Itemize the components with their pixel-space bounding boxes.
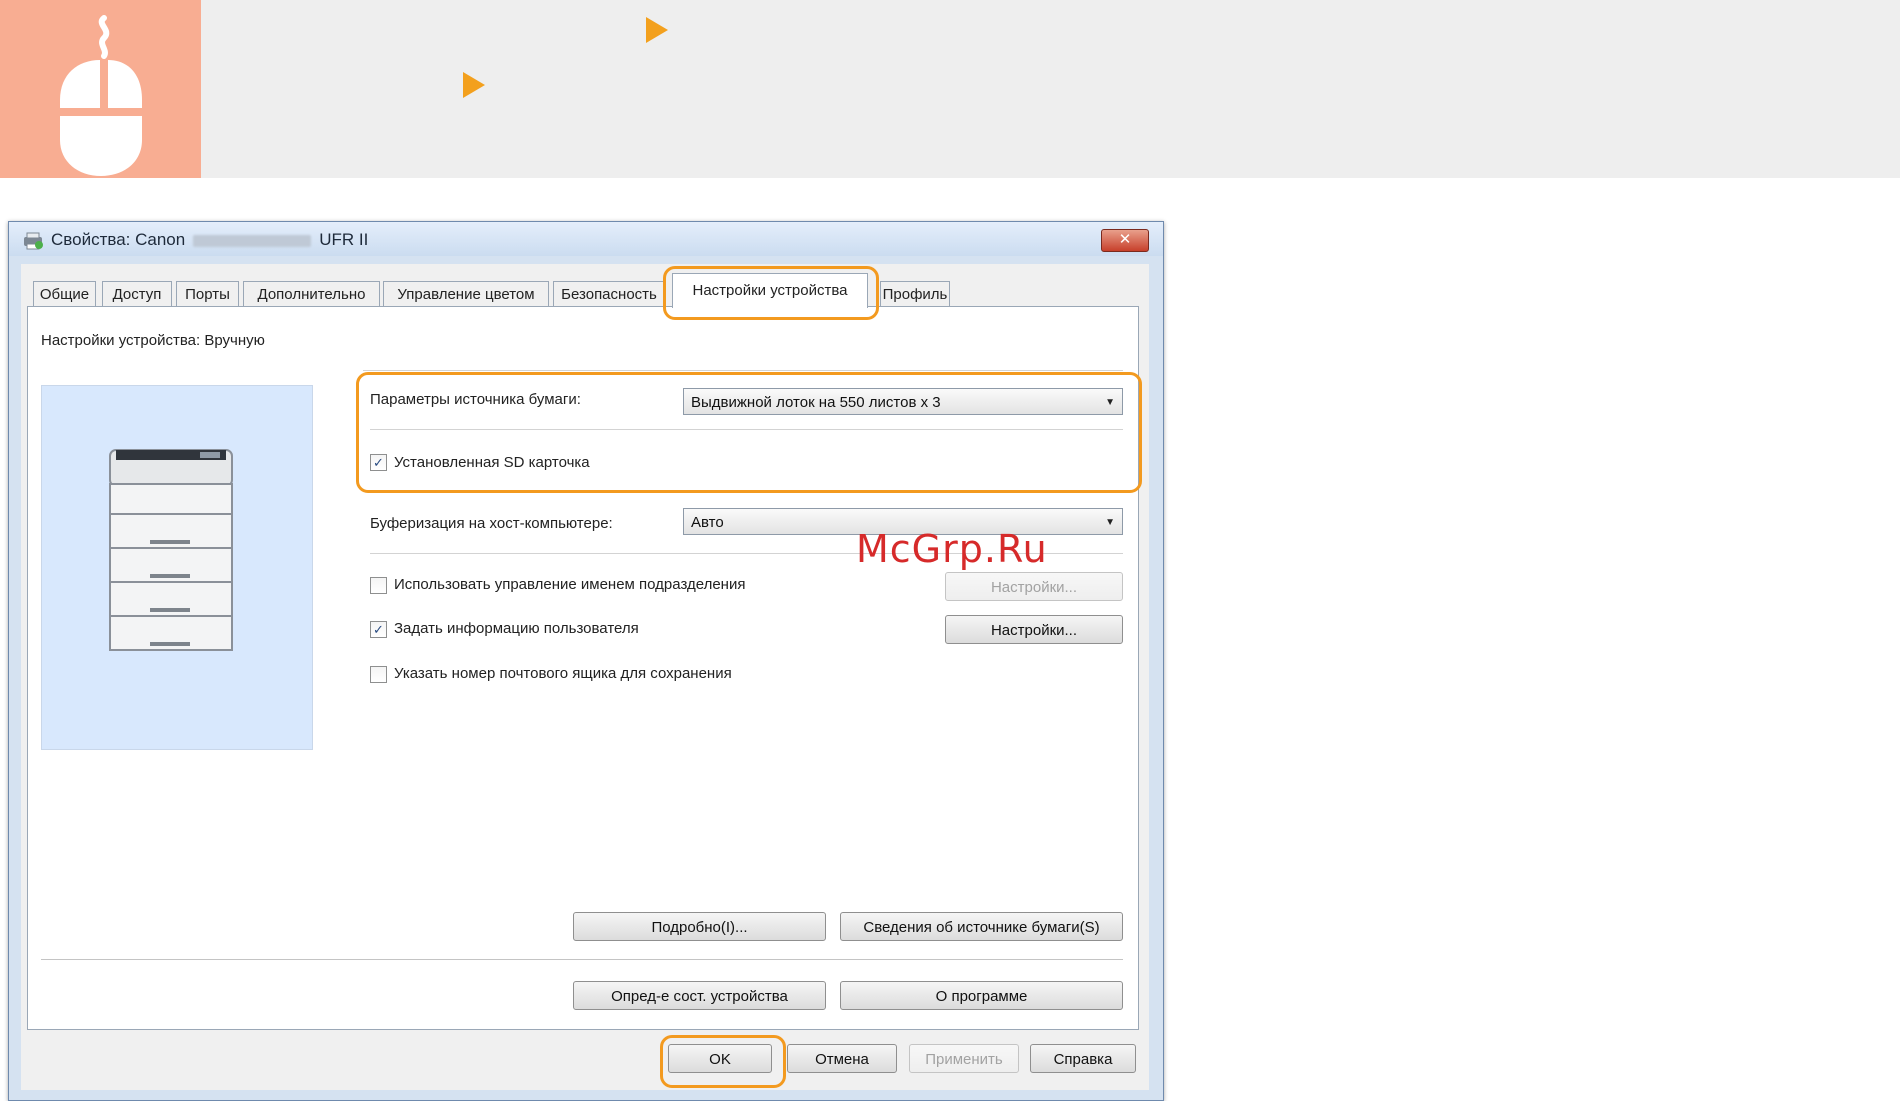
play-arrow-icon bbox=[463, 72, 485, 98]
paper-source-select[interactable]: Выдвижной лоток на 550 листов x 3 ▼ bbox=[683, 388, 1123, 415]
tab-general[interactable]: Общие bbox=[33, 281, 96, 307]
mailbox-label: Указать номер почтового ящика для сохран… bbox=[394, 665, 732, 682]
sd-card-label: Установленная SD карточка bbox=[394, 454, 590, 471]
printer-icon bbox=[24, 232, 43, 250]
chevron-down-icon: ▼ bbox=[1105, 517, 1115, 528]
close-button[interactable]: ✕ bbox=[1101, 229, 1149, 252]
user-info-label: Задать информацию пользователя bbox=[394, 620, 639, 637]
chevron-down-icon: ▼ bbox=[1105, 397, 1115, 408]
mailbox-checkbox[interactable] bbox=[370, 666, 387, 683]
user-info-settings-button[interactable]: Настройки... bbox=[945, 615, 1123, 644]
help-button[interactable]: Справка bbox=[1030, 1044, 1136, 1073]
mouse-icon bbox=[60, 15, 142, 176]
printer-preview bbox=[41, 385, 313, 750]
redacted-model bbox=[193, 234, 312, 247]
play-arrow-icon bbox=[646, 17, 668, 43]
spooling-label: Буферизация на хост-компьютере: bbox=[370, 515, 613, 532]
tab-color-management[interactable]: Управление цветом bbox=[383, 281, 549, 307]
tab-security[interactable]: Безопасность bbox=[553, 281, 665, 307]
user-info-checkbox[interactable]: ✓ bbox=[370, 621, 387, 638]
tab-profile[interactable]: Профиль bbox=[880, 281, 950, 307]
paper-source-label: Параметры источника бумаги: bbox=[370, 391, 581, 408]
sd-card-checkbox[interactable]: ✓ bbox=[370, 454, 387, 471]
watermark: McGrp.Ru bbox=[856, 527, 1048, 571]
ok-button[interactable]: OK bbox=[668, 1044, 772, 1073]
window-title: Свойства: Canon UFR II bbox=[51, 230, 369, 249]
tab-advanced[interactable]: Дополнительно bbox=[243, 281, 380, 307]
tab-ports[interactable]: Порты bbox=[176, 281, 239, 307]
separator bbox=[41, 959, 1123, 960]
details-button[interactable]: Подробно(I)... bbox=[573, 912, 826, 941]
printer-image bbox=[109, 449, 233, 651]
paper-source-info-button[interactable]: Сведения об источнике бумаги(S) bbox=[840, 912, 1123, 941]
apply-button[interactable]: Применить bbox=[909, 1044, 1019, 1073]
mouse-icon-box bbox=[0, 0, 201, 178]
cancel-button[interactable]: Отмена bbox=[787, 1044, 897, 1073]
tab-sharing[interactable]: Доступ bbox=[102, 281, 172, 307]
separator bbox=[363, 370, 1123, 371]
about-button[interactable]: О программе bbox=[840, 981, 1123, 1010]
device-settings-mode-label: Настройки устройства: Вручную bbox=[41, 332, 265, 349]
instruction-banner bbox=[0, 0, 1900, 178]
get-device-status-button[interactable]: Опред-е сост. устройства bbox=[573, 981, 826, 1010]
department-id-checkbox[interactable] bbox=[370, 577, 387, 594]
title-bar[interactable]: Свойства: Canon UFR II ✕ bbox=[9, 222, 1163, 256]
separator bbox=[370, 429, 1123, 430]
department-settings-button[interactable]: Настройки... bbox=[945, 572, 1123, 601]
tab-device-settings[interactable]: Настройки устройства bbox=[672, 273, 868, 308]
department-id-label: Использовать управление именем подраздел… bbox=[394, 576, 746, 593]
